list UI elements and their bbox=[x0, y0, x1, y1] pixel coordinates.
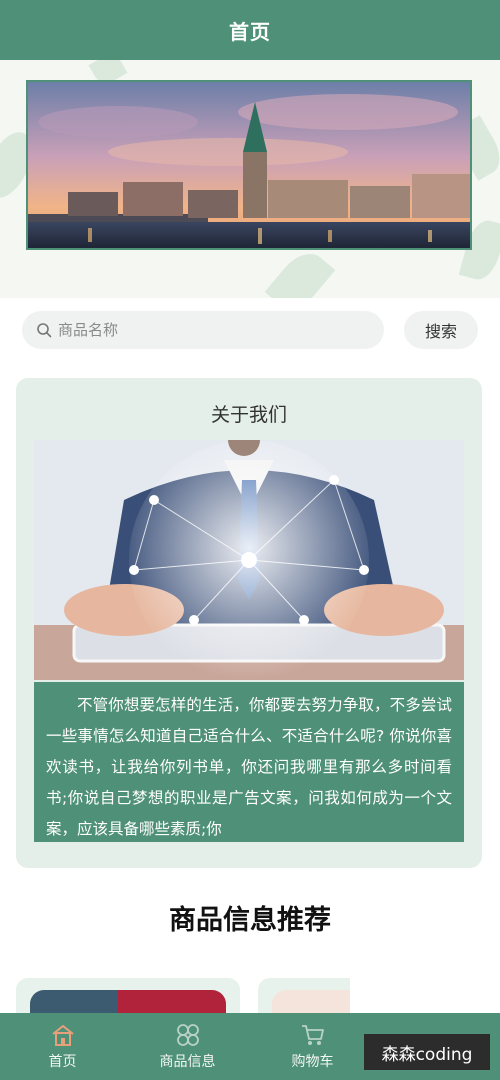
about-text: 不管你想要怎样的生活，你都要去努力争取，不多尝试一些事情怎么知道自己适合什么、不… bbox=[46, 696, 452, 838]
tab-cart[interactable]: 购物车 bbox=[250, 1013, 375, 1080]
banner-image[interactable] bbox=[26, 80, 472, 250]
search-box[interactable] bbox=[22, 311, 384, 349]
cart-icon bbox=[301, 1024, 324, 1045]
tab-home[interactable]: 首页 bbox=[0, 1013, 125, 1080]
about-text-box: 不管你想要怎样的生活，你都要去努力争取，不多尝试一些事情怎么知道自己适合什么、不… bbox=[34, 682, 464, 842]
product-card[interactable] bbox=[16, 978, 240, 1018]
banner-section bbox=[0, 60, 500, 298]
search-button[interactable]: 搜索 bbox=[404, 311, 478, 349]
leaf-decoration bbox=[264, 244, 336, 298]
tab-label: 商品信息 bbox=[159, 1053, 216, 1070]
about-card: 关于我们 不管你想要怎样的生活，你都要去努力争取，不多尝试一些事情怎么知道自己适… bbox=[16, 378, 482, 868]
tab-label: 购物车 bbox=[291, 1053, 334, 1070]
tab-products[interactable]: 商品信息 bbox=[125, 1013, 250, 1080]
tab-label: 首页 bbox=[48, 1053, 77, 1070]
page-title: 首页 bbox=[229, 19, 271, 44]
about-title: 关于我们 bbox=[210, 404, 287, 426]
grid-icon bbox=[176, 1023, 199, 1046]
header-bar: 首页 bbox=[0, 0, 500, 60]
home-icon bbox=[51, 1024, 74, 1046]
watermark: 森森coding bbox=[364, 1034, 490, 1070]
about-image bbox=[34, 440, 464, 680]
search-icon bbox=[37, 323, 52, 338]
search-input[interactable] bbox=[58, 321, 358, 339]
